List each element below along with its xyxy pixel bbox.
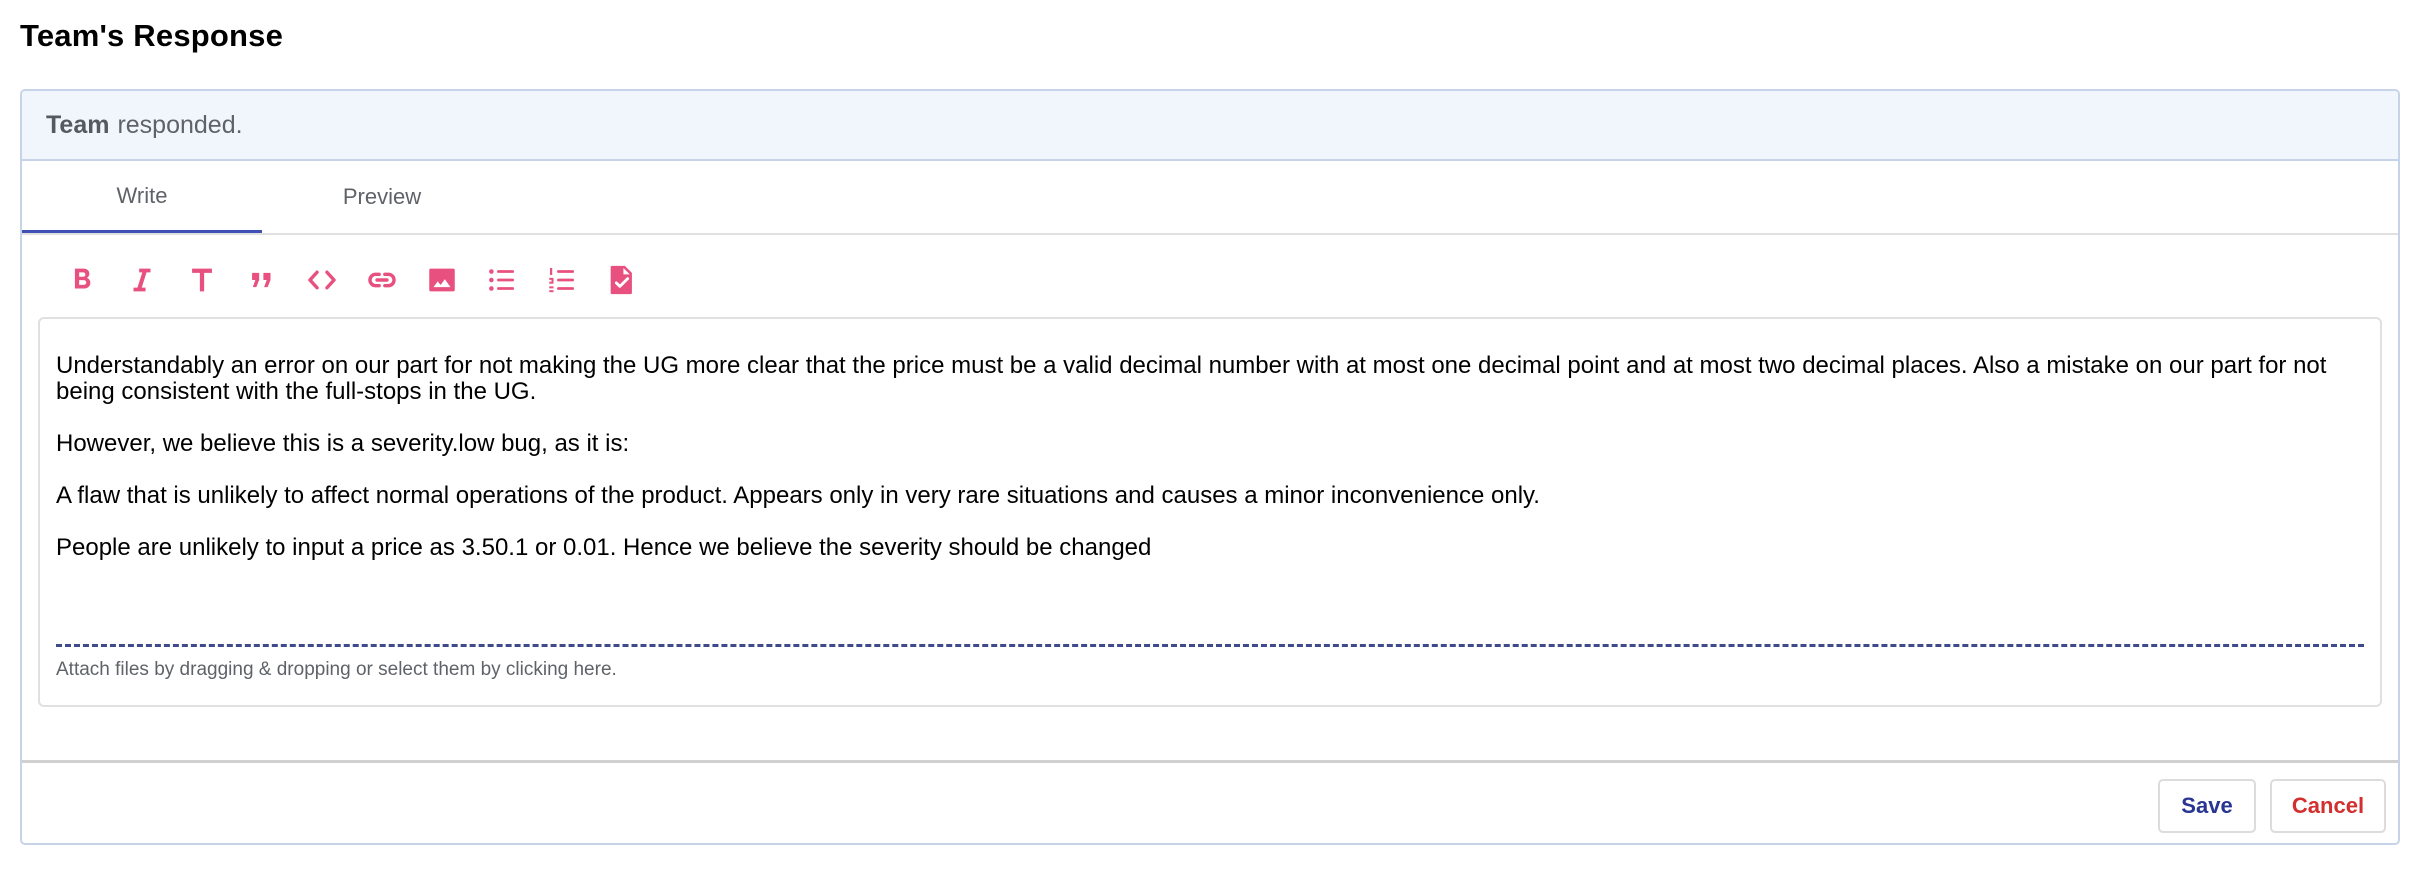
image-button[interactable] <box>412 257 472 303</box>
page-title: Team's Response <box>20 18 284 53</box>
italic-button[interactable] <box>112 257 172 303</box>
numbered-list-button[interactable] <box>532 257 592 303</box>
heading-icon <box>192 268 212 292</box>
comment-header: Team responded. <box>22 91 2398 161</box>
bulleted-list-button[interactable] <box>472 257 532 303</box>
tab-write[interactable]: Write <box>22 161 262 233</box>
markdown-toolbar <box>22 235 2398 325</box>
attach-files-hint[interactable]: Attach files by dragging & dropping or s… <box>56 659 617 681</box>
editor-content[interactable]: Understandably an error on our part for … <box>56 353 2366 587</box>
comment-author: Team <box>46 110 110 139</box>
editor-paragraph: People are unlikely to input a price as … <box>56 534 1152 561</box>
editor-paragraph: Understandably an error on our part for … <box>56 352 2327 405</box>
bulleted-list-icon <box>489 269 515 291</box>
task-list-icon <box>610 265 632 295</box>
quote-icon <box>252 272 271 288</box>
image-icon <box>429 268 455 292</box>
bold-button[interactable] <box>52 257 112 303</box>
code-icon <box>308 270 336 290</box>
link-button[interactable] <box>352 257 412 303</box>
bold-icon <box>74 268 91 289</box>
code-button[interactable] <box>292 257 352 303</box>
quote-button[interactable] <box>232 257 292 303</box>
cancel-button[interactable]: Cancel <box>2270 779 2386 833</box>
editor-tabs: Write Preview <box>22 161 2398 235</box>
footer-divider <box>22 760 2398 763</box>
numbered-list-icon <box>549 267 575 293</box>
editor-paragraph: However, we believe this is a severity.l… <box>56 430 630 457</box>
response-card: Team responded. Write Preview Understand… <box>20 89 2400 845</box>
task-list-button[interactable] <box>592 257 652 303</box>
editor-paragraph: A flaw that is unlikely to affect normal… <box>56 482 1540 509</box>
attach-divider <box>56 644 2364 647</box>
comment-action: responded. <box>117 110 243 139</box>
link-icon <box>368 272 396 288</box>
response-editor[interactable]: Understandably an error on our part for … <box>38 317 2382 707</box>
tab-preview[interactable]: Preview <box>262 161 502 233</box>
italic-icon <box>133 268 151 292</box>
heading-button[interactable] <box>172 257 232 303</box>
save-button[interactable]: Save <box>2158 779 2256 833</box>
